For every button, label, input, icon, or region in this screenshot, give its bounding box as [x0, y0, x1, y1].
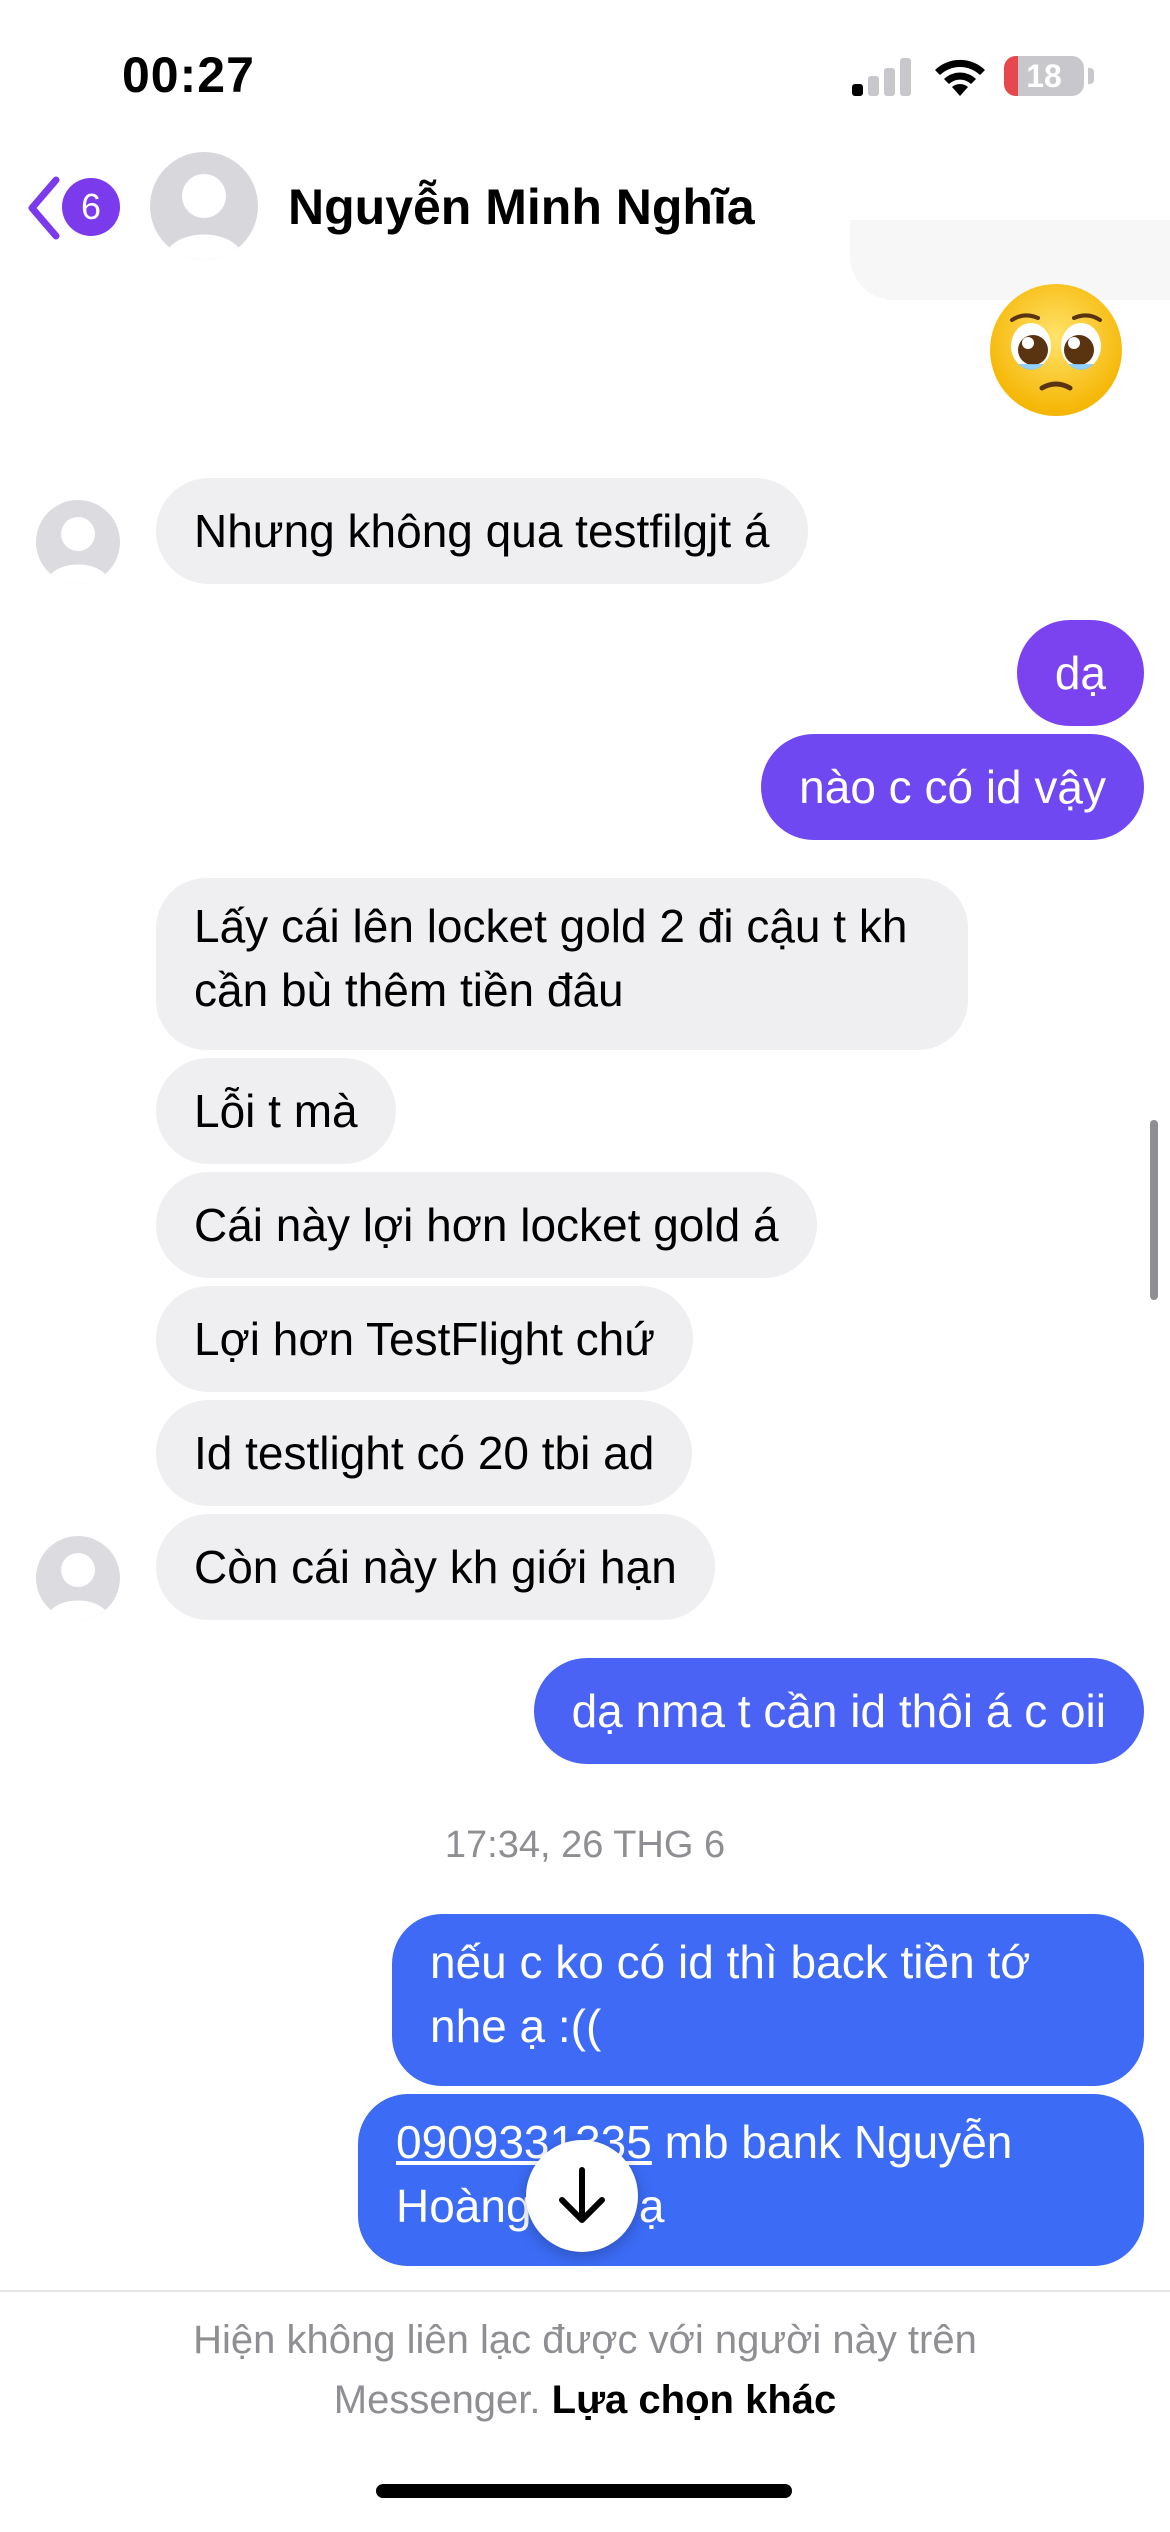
battery-icon: 18 [1004, 56, 1084, 96]
default-avatar-icon [46, 517, 110, 584]
message-incoming[interactable]: Id testlight có 20 tbi ad [156, 1400, 693, 1506]
message-outgoing[interactable]: dạ [1016, 620, 1144, 726]
sender-avatar[interactable] [36, 500, 120, 584]
unread-count-badge[interactable]: 6 [62, 178, 120, 236]
message-incoming[interactable]: Cái này lợi hơn locket gold á [156, 1172, 817, 1278]
footer-divider [0, 2290, 1170, 2292]
contact-name[interactable]: Nguyễn Minh Nghĩa [288, 178, 755, 236]
message-incoming[interactable]: Nhưng không qua testfilgjt á [156, 478, 808, 584]
default-avatar-icon [46, 1553, 110, 1620]
unavailable-notice: Hiện không liên lạc được với người này t… [120, 2310, 1050, 2430]
message-outgoing[interactable]: nào c có id vậy [761, 734, 1144, 840]
scroll-to-bottom-button[interactable] [526, 2140, 638, 2252]
status-bar: 00:27 18 [0, 0, 1170, 150]
arrow-down-icon [559, 2167, 605, 2223]
message-incoming[interactable]: Còn cái này kh giới hạn [156, 1514, 715, 1620]
other-options-link[interactable]: Lựa chọn khác [552, 2378, 837, 2422]
message-outgoing[interactable]: nếu c ko có id thì back tiền tớ nhe ạ :(… [392, 1914, 1144, 2086]
wifi-icon [935, 59, 985, 96]
sender-avatar[interactable] [36, 1536, 120, 1620]
message-outgoing[interactable]: dạ nma t cần id thôi á c oii [533, 1658, 1144, 1764]
message-incoming[interactable]: Lỗi t mà [156, 1058, 396, 1164]
message-outgoing[interactable]: 0909331335 mb bank Nguyễn Hoàng Duy ạ [358, 2094, 1144, 2266]
chevron-left-icon[interactable] [26, 176, 62, 240]
battery-level-text: 18 [1026, 58, 1062, 94]
pleading-face-emoji [990, 284, 1122, 416]
scrollbar[interactable] [1150, 1120, 1158, 1300]
battery-cap [1088, 68, 1094, 84]
message-timestamp: 17:34, 26 THG 6 [444, 1824, 726, 1866]
cellular-signal-icon [852, 58, 912, 96]
message-incoming[interactable]: Lợi hơn TestFlight chứ [156, 1286, 694, 1392]
contact-avatar[interactable] [150, 152, 258, 260]
home-indicator[interactable] [376, 2484, 792, 2498]
default-avatar-icon [164, 174, 244, 260]
status-time: 00:27 [122, 47, 255, 103]
message-incoming[interactable]: Lấy cái lên locket gold 2 đi cậu t kh cầ… [156, 878, 968, 1050]
